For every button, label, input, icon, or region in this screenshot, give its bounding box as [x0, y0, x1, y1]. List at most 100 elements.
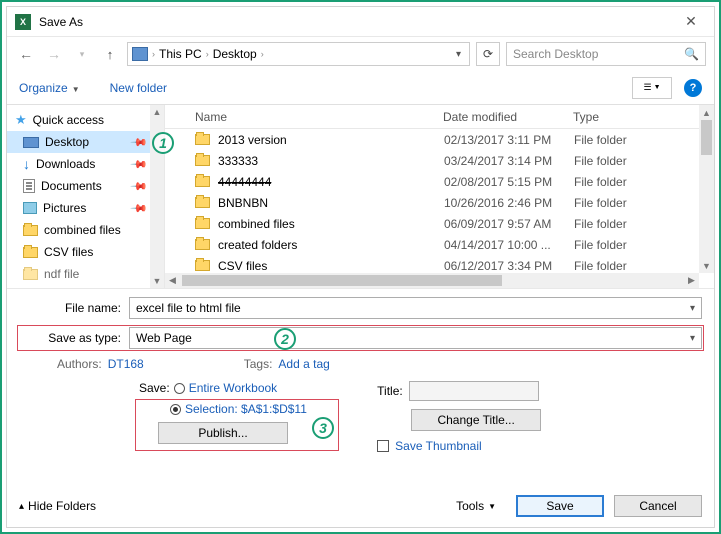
file-row[interactable]: BNBNBN10/26/2016 2:46 PMFile folder	[165, 192, 714, 213]
change-title-button[interactable]: Change Title...	[411, 409, 541, 431]
file-type: File folder	[574, 196, 627, 210]
file-date: 02/13/2017 3:11 PM	[444, 133, 574, 147]
excel-icon: X	[15, 14, 31, 30]
sidebar-item-pictures[interactable]: Pictures 📌	[7, 197, 164, 219]
close-button[interactable]: ✕	[676, 13, 706, 30]
file-type: File folder	[574, 217, 627, 231]
entire-workbook-label: Entire Workbook	[189, 381, 277, 395]
file-row[interactable]: created folders04/14/2017 10:00 ...File …	[165, 234, 714, 255]
folder-icon	[195, 260, 210, 271]
file-date: 02/08/2017 5:15 PM	[444, 175, 574, 189]
save-type-select[interactable]: Web Page ▾	[129, 327, 702, 349]
chevron-down-icon[interactable]: ▾	[690, 303, 695, 314]
sidebar: ★ Quick access Desktop 📌 ↓ Downloads 📌 D…	[7, 105, 165, 288]
col-date[interactable]: Date modified	[443, 110, 573, 124]
refresh-button[interactable]: ⟳	[476, 42, 500, 66]
organize-menu[interactable]: Organize▼	[19, 81, 80, 95]
radio-entire-workbook[interactable]	[174, 383, 185, 394]
cancel-button[interactable]: Cancel	[614, 495, 702, 517]
folder-icon	[23, 247, 38, 258]
scroll-thumb[interactable]	[701, 120, 712, 155]
sidebar-item-desktop[interactable]: Desktop 📌	[7, 131, 164, 153]
search-icon: 🔍	[684, 47, 699, 61]
chevron-right-icon[interactable]: ›	[261, 49, 264, 59]
chevron-right-icon[interactable]: ›	[152, 49, 155, 59]
authors-label: Authors:	[57, 357, 102, 371]
star-icon: ★	[15, 112, 27, 128]
recent-dropdown[interactable]: ▾	[71, 49, 93, 60]
documents-icon	[23, 179, 35, 193]
breadcrumb-pc[interactable]: This PC	[159, 47, 202, 61]
breadcrumb-dropdown[interactable]: ▾	[452, 49, 465, 60]
selection-label: Selection: $A$1:$D$11	[185, 402, 307, 416]
radio-selection[interactable]	[170, 404, 181, 415]
title-input[interactable]	[409, 381, 539, 401]
save-thumbnail-label: Save Thumbnail	[395, 439, 482, 453]
sidebar-scrollbar[interactable]: ▲ ▼	[150, 105, 164, 288]
breadcrumb-location[interactable]: Desktop	[213, 47, 257, 61]
back-button[interactable]: ←	[15, 46, 37, 62]
hide-folders-button[interactable]: ▴ Hide Folders	[19, 499, 96, 513]
sidebar-item-quick-access[interactable]: ★ Quick access	[7, 109, 164, 131]
tags-label: Tags:	[244, 357, 273, 371]
sidebar-item-documents[interactable]: Documents 📌	[7, 175, 164, 197]
up-button[interactable]: ↑	[99, 47, 121, 62]
pin-icon: 📌	[130, 199, 149, 218]
file-date: 03/24/2017 3:14 PM	[444, 154, 574, 168]
folder-icon	[195, 218, 210, 229]
chevron-down-icon: ▼	[488, 502, 496, 511]
file-row[interactable]: combined files06/09/2017 9:57 AMFile fol…	[165, 213, 714, 234]
horizontal-scrollbar[interactable]: ◀ ▶	[165, 273, 699, 288]
scroll-thumb[interactable]	[182, 275, 502, 286]
pin-icon: 📌	[130, 177, 149, 196]
file-name: 2013 version	[218, 133, 444, 147]
save-button[interactable]: Save	[516, 495, 604, 517]
search-input[interactable]: Search Desktop 🔍	[506, 42, 706, 66]
tags-value[interactable]: Add a tag	[278, 357, 329, 371]
col-type[interactable]: Type	[573, 110, 714, 124]
sidebar-item-combined[interactable]: combined files	[7, 219, 164, 241]
scroll-up-icon[interactable]: ▲	[150, 105, 164, 119]
help-button[interactable]: ?	[684, 79, 702, 97]
file-row[interactable]: 33333303/24/2017 3:14 PMFile folder	[165, 150, 714, 171]
file-name: combined files	[218, 217, 444, 231]
chevron-down-icon[interactable]: ▾	[690, 333, 695, 344]
col-name[interactable]: Name	[195, 110, 443, 124]
scroll-down-icon[interactable]: ▼	[699, 258, 714, 273]
view-options-button[interactable]: ☰▼	[632, 77, 672, 99]
title-label: Title:	[377, 384, 403, 398]
file-name: 333333	[218, 154, 444, 168]
filename-input[interactable]: excel file to html file ▾	[129, 297, 702, 319]
file-row[interactable]: 2013 version02/13/2017 3:11 PMFile folde…	[165, 129, 714, 150]
nav-bar: ← → ▾ ↑ › This PC › Desktop › ▾ ⟳ Search…	[7, 37, 714, 71]
tools-menu[interactable]: Tools ▼	[456, 499, 496, 513]
sidebar-item-downloads[interactable]: ↓ Downloads 📌	[7, 153, 164, 175]
new-folder-button[interactable]: New folder	[110, 81, 167, 95]
save-as-dialog: X Save As ✕ ← → ▾ ↑ › This PC › Desktop …	[6, 6, 715, 528]
forward-button[interactable]: →	[43, 46, 65, 62]
file-date: 06/12/2017 3:34 PM	[444, 259, 574, 273]
pin-icon: 📌	[130, 133, 149, 152]
publish-button[interactable]: Publish...	[158, 422, 288, 444]
scroll-down-icon[interactable]: ▼	[150, 274, 164, 288]
file-type: File folder	[574, 259, 627, 273]
file-name: CSV files	[218, 259, 444, 273]
scroll-right-icon[interactable]: ▶	[684, 275, 699, 286]
toolbar: Organize▼ New folder ☰▼ ?	[7, 71, 714, 105]
folder-icon	[195, 239, 210, 250]
folder-icon	[195, 197, 210, 208]
pc-icon	[132, 47, 148, 61]
file-date: 04/14/2017 10:00 ...	[444, 238, 574, 252]
breadcrumb[interactable]: › This PC › Desktop › ▾	[127, 42, 470, 66]
folder-icon	[195, 176, 210, 187]
save-thumbnail-checkbox[interactable]	[377, 440, 389, 452]
scroll-up-icon[interactable]: ▲	[699, 105, 714, 120]
chevron-right-icon[interactable]: ›	[206, 49, 209, 59]
scroll-left-icon[interactable]: ◀	[165, 275, 180, 286]
authors-value[interactable]: DT168	[108, 357, 144, 371]
vertical-scrollbar[interactable]: ▲ ▼	[699, 105, 714, 273]
folder-icon	[23, 225, 38, 236]
sidebar-item-csv[interactable]: CSV files	[7, 241, 164, 263]
file-row[interactable]: 4444444402/08/2017 5:15 PMFile folder	[165, 171, 714, 192]
sidebar-item-pdf[interactable]: ndf file	[7, 263, 164, 285]
